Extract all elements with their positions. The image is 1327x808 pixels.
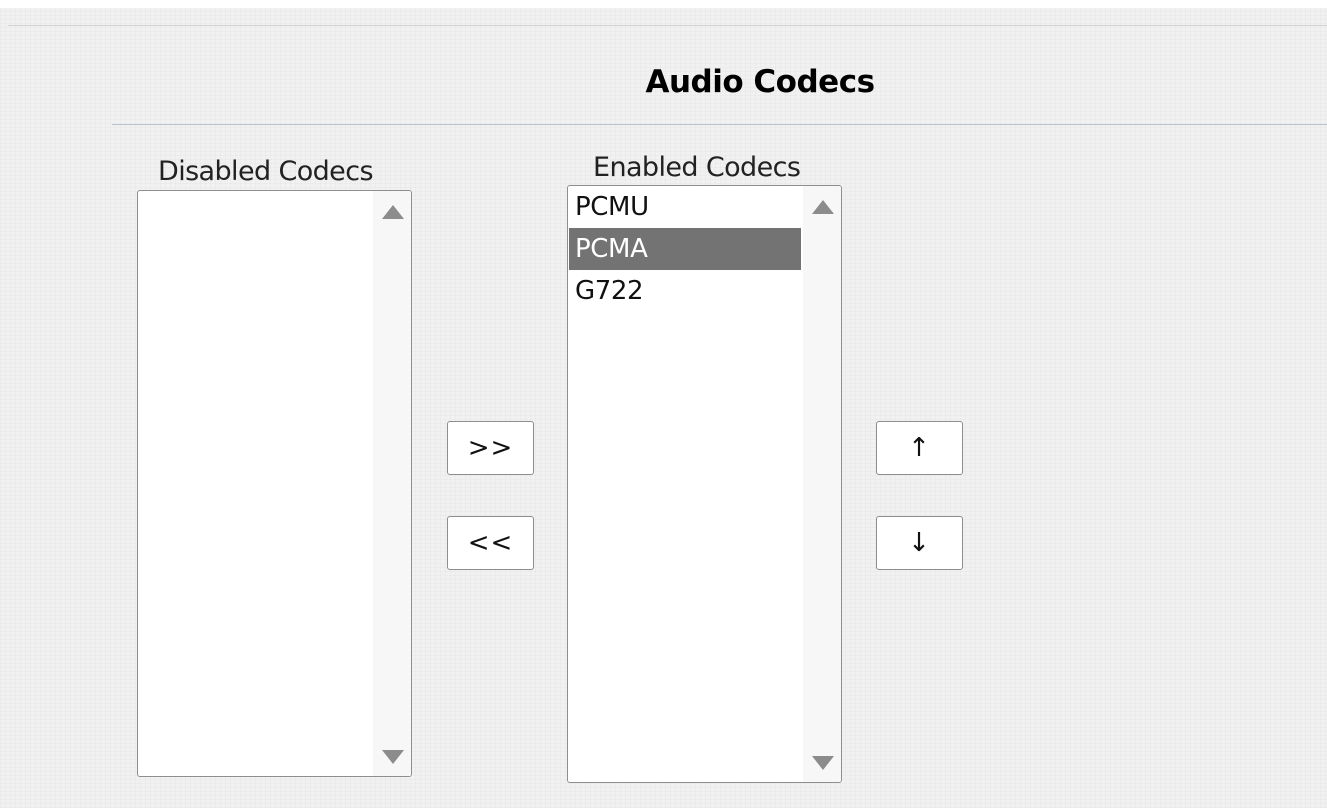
codec-option[interactable]: PCMA <box>569 228 801 270</box>
disabled-codecs-scrollbar[interactable] <box>373 191 411 776</box>
enabled-codecs-scrollbar[interactable] <box>803 186 841 782</box>
disabled-codecs-label: Disabled Codecs <box>158 156 374 187</box>
enabled-codecs-label: Enabled Codecs <box>593 152 801 183</box>
move-down-button[interactable]: ↓ <box>876 516 963 570</box>
enabled-codecs-items: PCMU PCMA G722 <box>569 186 801 312</box>
codec-option[interactable]: G722 <box>569 270 801 312</box>
codec-option[interactable]: PCMU <box>569 186 801 228</box>
enabled-codecs-listbox[interactable]: PCMU PCMA G722 <box>567 185 842 783</box>
section-divider <box>112 124 1327 125</box>
move-up-button[interactable]: ↑ <box>876 421 963 475</box>
enable-codec-button[interactable]: >> <box>447 421 534 475</box>
top-edge <box>0 0 1327 8</box>
scroll-up-arrow-icon[interactable] <box>382 205 404 219</box>
top-divider <box>8 25 1327 26</box>
section-title: Audio Codecs <box>645 64 875 100</box>
scroll-down-arrow-icon[interactable] <box>812 756 834 770</box>
scroll-down-arrow-icon[interactable] <box>382 750 404 764</box>
disable-codec-button[interactable]: << <box>447 516 534 570</box>
scroll-up-arrow-icon[interactable] <box>812 200 834 214</box>
disabled-codecs-listbox[interactable] <box>137 190 412 777</box>
